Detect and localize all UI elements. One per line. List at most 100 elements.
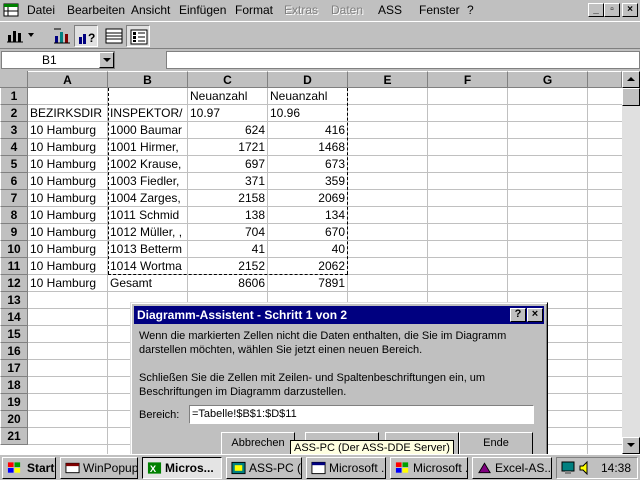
row-header-7[interactable]: 7 [0,190,28,207]
cell-c9[interactable]: 704 [188,224,267,241]
cell-d3[interactable]: 416 [268,122,347,139]
cell-b8[interactable]: 1011 Schmid [108,207,187,224]
row-header-16[interactable]: 16 [0,343,28,360]
row-header-17[interactable]: 17 [0,360,28,377]
cell-b4[interactable]: 1001 Hirmer, [108,139,187,156]
row-header-12[interactable]: 12 [0,275,28,292]
task-excel-ass[interactable]: Excel-AS... [472,457,552,479]
column-header-b[interactable]: B [108,71,188,88]
scroll-down-icon[interactable] [622,437,640,454]
task-ass-pc[interactable]: ASS-PC (... [226,457,302,479]
dialog-close-icon[interactable]: × [527,308,543,322]
chart-type-button[interactable] [4,25,38,47]
cell-b7[interactable]: 1004 Zarges, [108,190,187,207]
cell-d12[interactable]: 7891 [268,275,347,292]
cell-a4[interactable]: 10 Hamburg [28,139,107,156]
cell-b10[interactable]: 1013 Betterm [108,241,187,258]
menu-datei[interactable]: Datei [27,3,55,17]
cell-c11[interactable]: 2152 [188,258,267,275]
row-header-18[interactable]: 18 [0,377,28,394]
row-header-19[interactable]: 19 [0,394,28,411]
column-header-e[interactable]: E [348,71,428,88]
cell-c10[interactable]: 41 [188,241,267,258]
task-excel[interactable]: X Micros... [142,457,222,479]
cell-d1[interactable]: Neuanzahl [268,88,347,105]
task-microsoft-2[interactable]: Microsoft ... [390,457,468,479]
row-header-6[interactable]: 6 [0,173,28,190]
cell-b11[interactable]: 1014 Wortma [108,258,187,275]
cell-a12[interactable]: 10 Hamburg [28,275,107,292]
row-header-1[interactable]: 1 [0,88,28,105]
horizontal-gridlines-button[interactable] [102,25,126,47]
range-input[interactable]: =Tabelle!$B$1:$D$11 [189,405,534,424]
menu-bearbeiten[interactable]: Bearbeiten [67,3,125,17]
menu-extras[interactable]: Extras [284,3,318,17]
cell-a9[interactable]: 10 Hamburg [28,224,107,241]
scroll-up-icon[interactable] [622,71,640,88]
row-header-13[interactable]: 13 [0,292,28,309]
cancel-button[interactable]: Abbrechen [221,432,295,455]
cell-a7[interactable]: 10 Hamburg [28,190,107,207]
menu-fenster[interactable]: Fenster [419,3,460,17]
column-header-d[interactable]: D [268,71,348,88]
column-header-c[interactable]: C [188,71,268,88]
cell-d7[interactable]: 2069 [268,190,347,207]
scroll-thumb[interactable] [622,88,640,106]
speaker-icon[interactable] [579,461,593,475]
cell-a11[interactable]: 10 Hamburg [28,258,107,275]
cell-c8[interactable]: 138 [188,207,267,224]
cell-c3[interactable]: 624 [188,122,267,139]
restore-button[interactable]: ▫ [604,3,620,17]
cell-c12[interactable]: 8606 [188,275,267,292]
cell-a8[interactable]: 10 Hamburg [28,207,107,224]
menu-ass[interactable]: ASS [378,3,402,17]
row-header-20[interactable]: 20 [0,411,28,428]
cell-b5[interactable]: 1002 Krause, [108,156,187,173]
column-header-partial[interactable] [588,71,622,88]
cell-d9[interactable]: 670 [268,224,347,241]
row-header-10[interactable]: 10 [0,241,28,258]
cell-d10[interactable]: 40 [268,241,347,258]
row-header-9[interactable]: 9 [0,224,28,241]
menu-ansicht[interactable]: Ansicht [131,3,170,17]
dialog-title-bar[interactable]: Diagramm-Assistent - Schritt 1 von 2 ? × [134,306,544,324]
row-header-5[interactable]: 5 [0,156,28,173]
minimize-button[interactable]: _ [588,3,604,17]
cell-a3[interactable]: 10 Hamburg [28,122,107,139]
menu-einfuegen[interactable]: Einfügen [179,3,226,17]
legend-button[interactable] [126,25,150,47]
start-button[interactable]: Start [2,457,56,479]
cell-b9[interactable]: 1012 Müller, , [108,224,187,241]
cell-c2[interactable]: 10.97 [188,105,267,122]
cell-b12[interactable]: Gesamt [108,275,187,292]
task-microsoft-1[interactable]: Microsoft ... [306,457,386,479]
cell-d2[interactable]: 10.96 [268,105,347,122]
row-header-14[interactable]: 14 [0,309,28,326]
cell-b2[interactable]: INSPEKTOR/ [108,105,187,122]
menu-daten[interactable]: Daten [331,3,363,17]
row-header-4[interactable]: 4 [0,139,28,156]
cell-a6[interactable]: 10 Hamburg [28,173,107,190]
column-header-a[interactable]: A [28,71,108,88]
row-header-11[interactable]: 11 [0,258,28,275]
cell-c7[interactable]: 2158 [188,190,267,207]
cell-b6[interactable]: 1003 Fiedler, [108,173,187,190]
cell-c5[interactable]: 697 [188,156,267,173]
cell-d8[interactable]: 134 [268,207,347,224]
vertical-scrollbar[interactable] [622,71,640,454]
clock[interactable]: 14:38 [601,461,631,475]
monitor-tray-icon[interactable] [561,461,577,475]
cell-a2[interactable]: BEZIRKSDIR [28,105,107,122]
cell-d11[interactable]: 2062 [268,258,347,275]
row-header-3[interactable]: 3 [0,122,28,139]
close-button[interactable]: × [622,3,638,17]
cell-c4[interactable]: 1721 [188,139,267,156]
chart-help-button[interactable]: ? [74,25,98,47]
formula-input[interactable] [166,51,640,69]
finish-button[interactable]: Ende [459,432,533,455]
cell-c6[interactable]: 371 [188,173,267,190]
task-winpopup[interactable]: WinPopup [60,457,138,479]
column-header-f[interactable]: F [428,71,508,88]
row-header-21[interactable]: 21 [0,428,28,445]
cell-a5[interactable]: 10 Hamburg [28,156,107,173]
